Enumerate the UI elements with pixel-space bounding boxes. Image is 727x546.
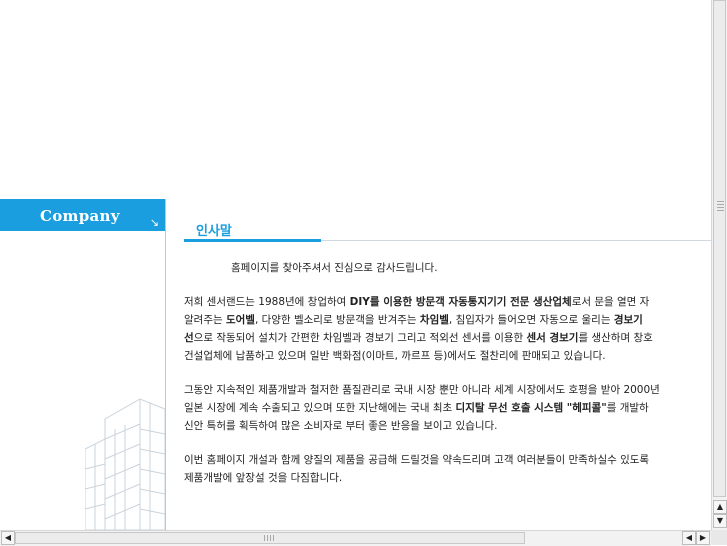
scroll-left-button[interactable]: ◀ bbox=[682, 531, 696, 545]
building-illustration bbox=[85, 398, 165, 530]
p1-text: 알려주는 bbox=[184, 314, 226, 326]
p1-text: 를 생산하며 창호 bbox=[578, 332, 653, 344]
arrow-left-icon: ◀ bbox=[4, 533, 12, 542]
p1-text: 저희 센서랜드는 1988년에 창업하여 bbox=[184, 296, 350, 308]
p2-text: 를 개발하 bbox=[606, 402, 649, 414]
grip-icon bbox=[717, 201, 724, 211]
p1-bold: 선 bbox=[184, 332, 194, 344]
horizontal-scroll-thumb[interactable] bbox=[15, 532, 525, 544]
scrollbar-corner bbox=[711, 530, 727, 545]
vertical-scroll-thumb[interactable] bbox=[713, 0, 726, 497]
grip-icon bbox=[264, 535, 276, 541]
horizontal-scrollbar[interactable]: ◀ ◀ ▶ bbox=[0, 530, 711, 546]
arrow-down-right-icon: ↘ bbox=[149, 216, 159, 229]
greeting-text: 홈페이지를 찾아주셔서 진심으로 감사드립니다. bbox=[231, 262, 438, 274]
p1-bold: DIY를 이용한 방문객 자동통지기기 전문 생산업체 bbox=[349, 296, 572, 308]
p1-text: 건설업체에 납품하고 있으며 일반 백화점(이마트, 까르프 등)에서도 절찬리… bbox=[184, 350, 606, 362]
p1-text: 로서 문을 열면 자 bbox=[571, 296, 650, 308]
p2-text: 신안 특허를 획득하여 많은 소비자로 부터 좋은 반응을 보이고 있습니다. bbox=[184, 420, 498, 432]
p1-text: 으로 작동되어 설치가 간편한 차임벨과 경보기 그리고 적외선 센서를 이용한 bbox=[193, 332, 527, 344]
p3-text: 제품개발에 앞장설 것을 다짐합니다. bbox=[184, 472, 343, 484]
scroll-up-button[interactable]: ▲ bbox=[713, 500, 727, 514]
page-frame: Company ↘ 인사말 홈페이지를 찾아주셔서 진심으로 감사드립니다. 저… bbox=[0, 199, 711, 530]
p1-text: , 다양한 벨소리로 방문객을 반겨주는 bbox=[254, 314, 420, 326]
company-menu-title: Company bbox=[40, 207, 120, 225]
page-title: 인사말 bbox=[196, 224, 232, 239]
p2-text: 일본 시장에 계속 수출되고 있으며 또한 지난해에는 국내 최초 bbox=[184, 402, 456, 414]
p1-bold: 차임벨 bbox=[419, 314, 449, 326]
p2-text: 그동안 지속적인 제품개발과 철저한 품질관리로 국내 시장 뿐만 아니라 세계… bbox=[184, 384, 660, 396]
p1-bold: 도어벨 bbox=[225, 314, 255, 326]
sidebar: Company ↘ bbox=[0, 199, 166, 530]
scroll-left-button[interactable]: ◀ bbox=[1, 531, 15, 545]
arrow-down-icon: ▼ bbox=[716, 516, 724, 525]
p1-bold: 경보기 bbox=[613, 314, 643, 326]
paragraph-3: 이번 홈페이지 개설과 함께 양질의 제품을 공급해 드릴것을 약속드리며 고객… bbox=[184, 451, 711, 487]
arrow-left-icon: ◀ bbox=[685, 533, 693, 542]
scroll-down-button[interactable]: ▼ bbox=[713, 514, 727, 528]
greeting-body: 홈페이지를 찾아주셔서 진심으로 감사드립니다. 저희 센서랜드는 1988년에… bbox=[184, 259, 711, 503]
paragraph-2: 그동안 지속적인 제품개발과 철저한 품질관리로 국내 시장 뿐만 아니라 세계… bbox=[184, 381, 711, 435]
vertical-scrollbar[interactable]: ▲ ▼ bbox=[711, 0, 727, 530]
p3-text: 이번 홈페이지 개설과 함께 양질의 제품을 공급해 드릴것을 약속드리며 고객… bbox=[184, 454, 650, 466]
title-underline bbox=[321, 240, 711, 241]
p2-bold: 디지탈 무선 호출 시스템 "헤피콜" bbox=[455, 402, 607, 414]
arrow-right-icon: ▶ bbox=[699, 533, 707, 542]
company-menu-header[interactable]: Company ↘ bbox=[0, 199, 165, 231]
title-underline-accent bbox=[184, 239, 321, 242]
paragraph-1: 저희 센서랜드는 1988년에 창업하여 DIY를 이용한 방문객 자동통지기기… bbox=[184, 293, 711, 365]
main-content: 인사말 홈페이지를 찾아주셔서 진심으로 감사드립니다. 저희 센서랜드는 19… bbox=[184, 199, 711, 530]
scroll-right-button[interactable]: ▶ bbox=[696, 531, 710, 545]
arrow-up-icon: ▲ bbox=[716, 502, 724, 511]
p1-bold: 센서 경보기 bbox=[526, 332, 579, 344]
p1-text: , 침입자가 들어오면 자동으로 울리는 bbox=[448, 314, 614, 326]
